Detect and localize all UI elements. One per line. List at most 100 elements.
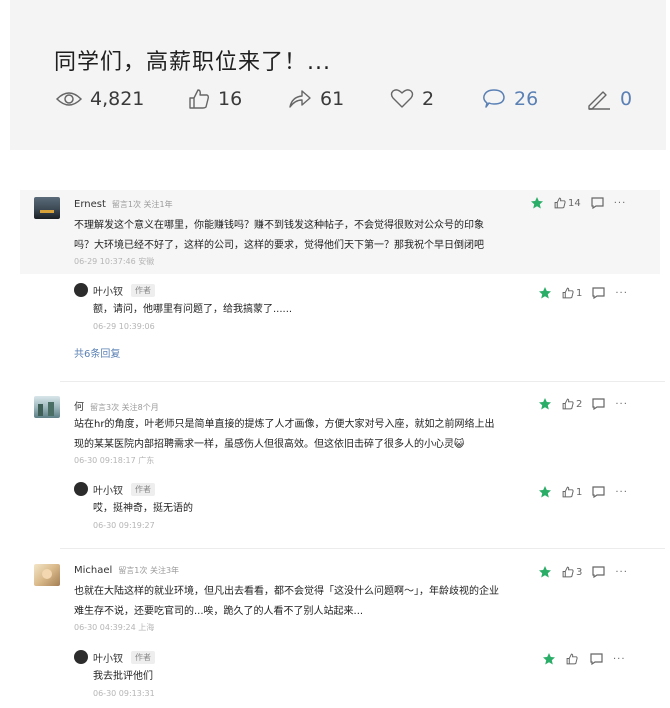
shares-count: 61	[320, 88, 345, 110]
thumbs-up-icon	[554, 197, 566, 209]
comment-body: 也就在大陆这样的就业环境，但凡出去看看，都不会觉得「这没什么问题啊～」，年龄歧视…	[74, 582, 499, 622]
likes-stat[interactable]: 16	[188, 86, 242, 112]
thumbs-up-icon	[189, 89, 210, 109]
reply-icon[interactable]	[592, 287, 605, 299]
like-count: 1	[576, 486, 583, 498]
divider	[60, 381, 665, 382]
like-count: 3	[576, 566, 583, 578]
author-name[interactable]: 叶小钗	[93, 283, 123, 298]
thumbs-up-icon	[562, 287, 574, 299]
views-count: 4,821	[90, 88, 145, 110]
comment-time: 06-30 09:18:17 广东	[74, 456, 155, 465]
article-title: 同学们，高薪职位来了！...	[54, 50, 331, 75]
divider	[60, 548, 665, 549]
avatar[interactable]	[74, 650, 88, 664]
reply-icon[interactable]	[592, 566, 605, 578]
more-icon[interactable]: ···	[615, 567, 628, 578]
like-button[interactable]: 1	[562, 486, 582, 498]
star-icon[interactable]	[538, 286, 552, 300]
reply-body: 哎，挺神奇，挺无语的	[93, 503, 193, 514]
heart-icon	[390, 89, 414, 108]
shares-stat[interactable]: 61	[288, 86, 344, 112]
edit-stat[interactable]: 0	[586, 86, 632, 112]
more-icon[interactable]: ···	[615, 288, 628, 299]
comment-author[interactable]: Michael 留言1次 关注3年	[74, 565, 179, 576]
author-name[interactable]: 叶小钗	[93, 650, 123, 665]
comment-line: 现的某某医院内部招聘需求一样，虽感伤人但很高效。但这依旧击碎了很多人的小心灵😺	[74, 439, 465, 450]
like-button[interactable]: 3	[562, 566, 582, 578]
article-header: 同学们，高薪职位来了！... 4,821 16 61 2 26 0	[10, 0, 666, 150]
avatar[interactable]	[34, 197, 60, 219]
favorites-count: 2	[422, 88, 435, 110]
author-badge: 作者	[131, 483, 155, 496]
eye-icon	[56, 92, 82, 106]
share-arrow-icon	[289, 90, 311, 108]
avatar[interactable]	[34, 396, 60, 418]
more-icon[interactable]: ···	[613, 654, 626, 665]
reply-body: 我去批评他们	[93, 671, 153, 682]
author-badge: 作者	[131, 284, 155, 297]
like-button[interactable]: 14	[554, 197, 581, 209]
author-name[interactable]: Ernest	[74, 199, 106, 210]
reply-actions: ···	[542, 652, 636, 666]
author-name[interactable]: 叶小钗	[93, 482, 123, 497]
comment-line: 站在hr的角度，叶老师只是简单直接的提炼了人才画像，方便大家对号入座，就如之前网…	[74, 419, 495, 430]
avatar[interactable]	[74, 482, 88, 496]
like-count: 14	[568, 197, 581, 209]
more-icon[interactable]: ···	[615, 399, 628, 410]
comment-actions: 2 ···	[538, 397, 638, 411]
view-more-replies-link[interactable]: 共6条回复	[74, 345, 120, 360]
comment-actions: 14 ···	[530, 196, 636, 210]
reply-actions: 1 ···	[538, 485, 638, 499]
more-icon[interactable]: ···	[615, 487, 628, 498]
star-icon[interactable]	[538, 565, 552, 579]
star-icon[interactable]	[538, 485, 552, 499]
favorites-stat[interactable]: 2	[390, 86, 434, 112]
reply-body: 额，请问，他哪里有问题了，给我搞蒙了......	[93, 304, 293, 315]
author-meta: 留言1次 关注3年	[118, 566, 180, 575]
reply-time: 06-30 09:19:27	[93, 521, 155, 530]
author-badge: 作者	[131, 651, 155, 664]
comment-line: 也就在大陆这样的就业环境，但凡出去看看，都不会觉得「这没什么问题啊～」，年龄歧视…	[74, 586, 499, 597]
reply-time: 06-29 10:39:06	[93, 322, 155, 331]
author-name[interactable]: Michael	[74, 565, 112, 576]
reply-author[interactable]: 叶小钗 作者	[93, 650, 155, 665]
comment-line: 难生存不说，还要吃官司的...唉，跪久了的人看不了别人站起来...	[74, 606, 364, 617]
like-count: 1	[576, 287, 583, 299]
edits-count: 0	[620, 88, 633, 110]
comment-body: 不理解发这个意义在哪里，你能赚钱吗？赚不到钱发这种帖子，不会觉得很败对公众号的印…	[74, 216, 484, 256]
comments-stat[interactable]: 26	[482, 86, 538, 112]
pen-icon	[588, 91, 610, 110]
reply-actions: 1 ···	[538, 286, 638, 300]
like-button[interactable]: 2	[562, 398, 582, 410]
like-button[interactable]	[566, 653, 580, 665]
reply-icon[interactable]	[591, 197, 604, 209]
like-button[interactable]: 1	[562, 287, 582, 299]
star-icon[interactable]	[538, 397, 552, 411]
reply-author[interactable]: 叶小钗 作者	[93, 482, 155, 497]
views-stat: 4,821	[56, 86, 144, 112]
comment-time: 06-29 10:37:46 安徽	[74, 257, 155, 266]
reply-icon[interactable]	[592, 398, 605, 410]
comment-line: 不理解发这个意义在哪里，你能赚钱吗？赚不到钱发这种帖子，不会觉得很败对公众号的印…	[74, 220, 484, 231]
reply-time: 06-30 09:13:31	[93, 689, 155, 698]
comment-bubble-icon	[483, 89, 505, 108]
comment-actions: 3 ···	[538, 565, 638, 579]
author-meta: 留言1次 关注1年	[111, 200, 173, 209]
comment-author[interactable]: Ernest 留言1次 关注1年	[74, 199, 173, 210]
avatar[interactable]	[74, 283, 88, 297]
star-icon[interactable]	[530, 196, 544, 210]
author-name[interactable]: 何	[74, 402, 84, 413]
likes-count: 16	[218, 88, 243, 110]
star-icon[interactable]	[542, 652, 556, 666]
comment-author[interactable]: 何留言3次 关注8个月	[74, 398, 159, 413]
thumbs-up-icon	[562, 398, 574, 410]
avatar[interactable]	[34, 564, 60, 586]
reply-icon[interactable]	[592, 486, 605, 498]
comment-line: 吗？大环境已经不好了，这样的公司，这样的要求，觉得他们天下第一？那我祝个早日倒闭…	[74, 240, 484, 251]
reply-author[interactable]: 叶小钗 作者	[93, 283, 155, 298]
reply-icon[interactable]	[590, 653, 603, 665]
more-icon[interactable]: ···	[614, 198, 627, 209]
author-meta: 留言3次 关注8个月	[90, 403, 159, 412]
comments-count: 26	[514, 88, 539, 110]
